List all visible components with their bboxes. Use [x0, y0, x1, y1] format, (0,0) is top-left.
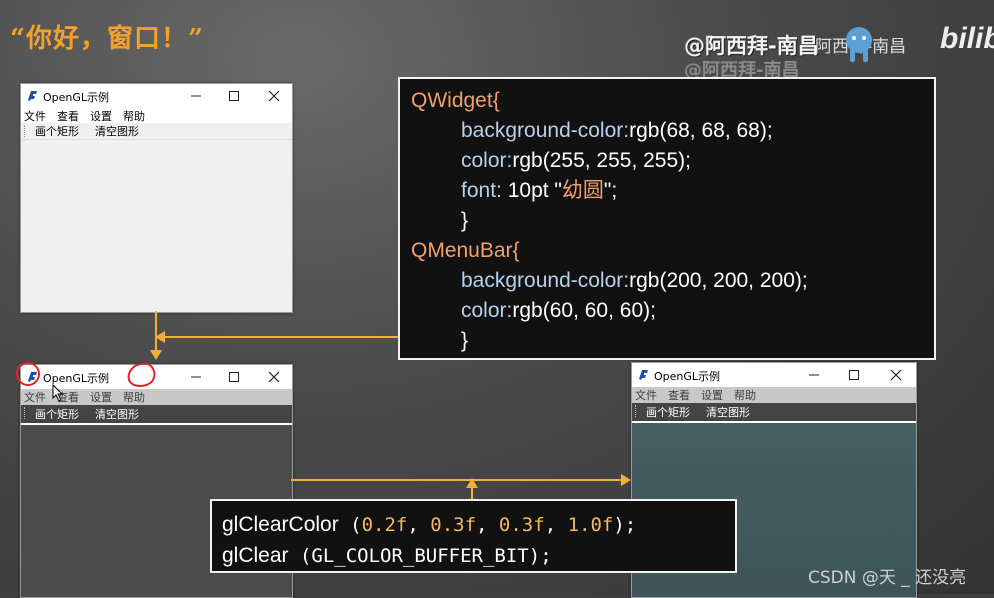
- annotation-circle-icon: [127, 362, 156, 387]
- gl-number: 1.0f: [567, 514, 614, 536]
- minimize-icon[interactable]: [804, 365, 824, 385]
- qt-app-icon: [639, 370, 648, 380]
- watermark: @阿西拜-南昌: [684, 34, 819, 58]
- qss-value: ";: [603, 179, 618, 202]
- qss-font-name: 幼圆: [561, 179, 604, 202]
- menu-settings[interactable]: 设置: [90, 389, 112, 405]
- mouse-cursor-icon: [52, 384, 64, 402]
- close-icon[interactable]: [886, 365, 906, 385]
- toolbar-grip-icon[interactable]: [24, 407, 27, 419]
- maximize-icon[interactable]: [224, 367, 244, 387]
- arrow-head-icon: [466, 478, 478, 488]
- draw-rect-button[interactable]: 画个矩形: [35, 406, 79, 422]
- gl-sep: ,: [476, 514, 499, 536]
- close-icon[interactable]: [264, 86, 284, 106]
- gl-sep: ,: [544, 514, 568, 536]
- gl-number: 0.3f: [498, 514, 545, 536]
- draw-rect-button[interactable]: 画个矩形: [646, 404, 690, 420]
- qss-value: rgb(200, 200, 200);: [629, 269, 808, 292]
- toolbar: 画个矩形 清空图形: [21, 123, 292, 140]
- connector-arrow: [471, 486, 473, 500]
- connector-arrow: [291, 479, 623, 481]
- arrow-head-icon: [621, 474, 631, 486]
- toolbar: 画个矩形 清空图形: [632, 403, 916, 421]
- annotation-circle-icon: [16, 362, 40, 386]
- menu-help[interactable]: 帮助: [123, 108, 145, 124]
- toolbar: 画个矩形 清空图形: [21, 405, 292, 423]
- menu-help[interactable]: 帮助: [734, 387, 756, 403]
- window-title: OpenGL示例: [654, 370, 721, 383]
- toolbar-grip-icon[interactable]: [635, 405, 638, 417]
- qss-property: color:: [461, 299, 513, 322]
- qss-value: rgb(68, 68, 68);: [629, 119, 773, 142]
- menu-file[interactable]: 文件: [635, 387, 657, 403]
- gl-sep: ,: [407, 514, 431, 536]
- gl-paren: (: [338, 514, 362, 536]
- qss-close-brace: }: [461, 209, 469, 232]
- gl-code-box: glClearColor (0.2f, 0.3f, 0.3f, 1.0f); g…: [210, 499, 737, 573]
- gl-canvas[interactable]: [21, 142, 292, 312]
- qss-close-brace: }: [461, 329, 469, 352]
- gl-number: 0.2f: [361, 514, 408, 536]
- arrow-head-icon: [155, 331, 165, 343]
- csdn-credit: CSDN @天 _ 还没亮: [808, 568, 967, 588]
- menu-settings[interactable]: 设置: [701, 387, 723, 403]
- minimize-icon[interactable]: [186, 86, 206, 106]
- qss-property: background-color:: [461, 269, 630, 292]
- bilibili-mascot-icon: [846, 27, 872, 62]
- maximize-icon[interactable]: [224, 86, 244, 106]
- menu-view[interactable]: 查看: [57, 108, 79, 124]
- window-titlebar[interactable]: OpenGL示例: [632, 363, 916, 387]
- qwidget-selector: QWidget{: [411, 89, 500, 112]
- draw-rect-button[interactable]: 画个矩形: [35, 123, 79, 139]
- menu-file[interactable]: 文件: [24, 389, 46, 405]
- qss-property: color:: [461, 149, 513, 172]
- qt-app-icon: [28, 91, 37, 101]
- qss-property: font:: [461, 179, 502, 202]
- minimize-icon[interactable]: [186, 367, 206, 387]
- bilibili-logo: bilib: [940, 22, 994, 55]
- gl-number: 0.3f: [430, 514, 477, 536]
- gl-paren: );: [613, 514, 637, 536]
- menu-file[interactable]: 文件: [24, 108, 46, 124]
- toolbar-grip-icon[interactable]: [24, 125, 27, 137]
- connector-arrow: [163, 336, 399, 338]
- window-titlebar[interactable]: OpenGL示例: [21, 84, 292, 108]
- gl-function-name: glClearColor: [222, 513, 339, 536]
- menu-help[interactable]: 帮助: [123, 389, 145, 405]
- arrow-head-icon: [150, 350, 162, 360]
- qss-value: 10pt ": [501, 179, 562, 202]
- clear-shapes-button[interactable]: 清空图形: [706, 404, 750, 420]
- qmenubar-selector: QMenuBar{: [411, 239, 520, 262]
- gl-function-name: glClear: [222, 544, 289, 567]
- clear-shapes-button[interactable]: 清空图形: [95, 406, 139, 422]
- window-default: OpenGL示例 文件 查看 设置 帮助 画个矩形 清空图形: [20, 83, 293, 313]
- menubar: 文件 查看 设置 帮助: [21, 108, 292, 123]
- stylesheet-code-box: QWidget{ background-color:rgb(68, 68, 68…: [398, 77, 936, 360]
- maximize-icon[interactable]: [844, 365, 864, 385]
- window-title: OpenGL示例: [43, 91, 110, 104]
- menu-settings[interactable]: 设置: [90, 108, 112, 124]
- slide-title: “你好，窗口！”: [10, 24, 204, 54]
- qss-value: rgb(255, 255, 255);: [512, 149, 691, 172]
- clear-shapes-button[interactable]: 清空图形: [95, 123, 139, 139]
- menubar: 文件 查看 设置 帮助: [632, 387, 916, 403]
- qss-property: background-color:: [461, 119, 630, 142]
- menu-view[interactable]: 查看: [668, 387, 690, 403]
- gl-args: (GL_COLOR_BUFFER_BIT);: [288, 545, 552, 567]
- close-icon[interactable]: [264, 367, 284, 387]
- qss-value: rgb(60, 60, 60);: [512, 299, 656, 322]
